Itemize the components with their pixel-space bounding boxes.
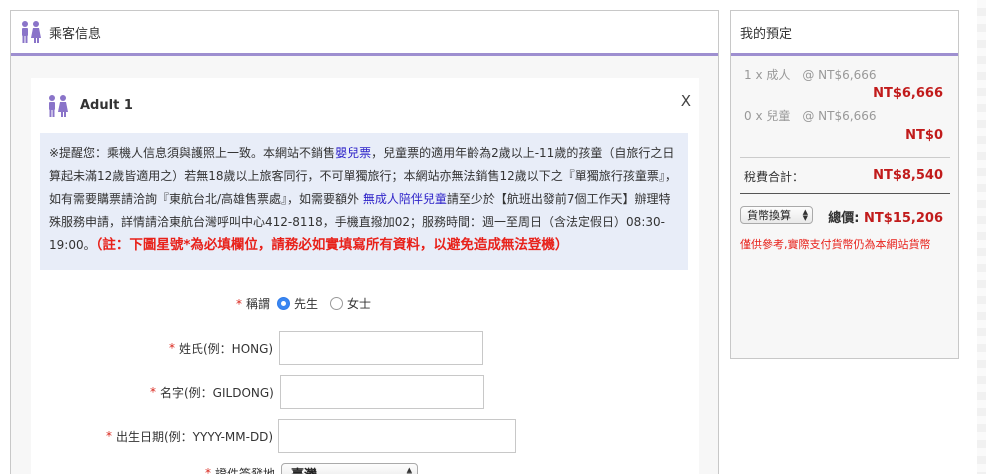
given-name-label: 名字(例：GILDONG) [160,385,274,400]
given-name-row: * 名字(例：GILDONG) [150,375,484,409]
select-arrows-icon: ▲▼ [406,466,413,474]
required-mark: * [205,466,211,474]
unaccompanied-child-link[interactable]: 無成人陪伴兒童 [363,192,447,206]
adult-price-line: 1 x 成人 @ NT$6,666 [744,68,877,82]
tax-total: NT$8,540 [873,168,943,183]
grand-total: 總價: NT$15,206 [828,207,943,226]
issue-place-label: 證件簽發地 [215,466,276,474]
grand-total-value: NT$15,206 [864,211,943,226]
adult-total: NT$6,666 [873,86,943,101]
required-mark: * [236,296,242,311]
surname-input[interactable] [279,331,484,365]
issue-place-select[interactable]: 臺灣 ▲▼ [281,463,419,474]
section-title: 乘客信息 [49,26,102,42]
booking-header: 我的預定 [731,11,958,56]
infant-ticket-link[interactable]: 嬰兒票 [335,146,371,160]
notice-box: ※提醒您：乘機人信息須與護照上一致。本網站不銷售嬰兒票，兒童票的適用年齡為2歲以… [40,133,688,270]
card-header: Adult 1 [31,78,699,133]
price-divider [740,157,950,158]
notice-text-1: ※提醒您：乘機人信息須與護照上一致。本網站不銷售 [49,146,336,160]
passengers-icon [19,20,43,44]
surname-label: 姓氏(例：HONG) [179,341,274,356]
required-mark: * [150,385,156,399]
radio-mr-label: 先生 [294,297,319,311]
child-total: NT$0 [905,128,943,143]
required-mark: * [169,341,175,355]
currency-label: 貨幣換算 [747,209,791,222]
dob-label: 出生日期(例：YYYY-MM-DD) [116,429,274,444]
total-divider [740,193,950,194]
radio-mr[interactable]: 先生 [277,295,318,312]
radio-mr-circle[interactable] [277,297,291,310]
required-warning: （註：下圖星號*為必填欄位，請務必如實填寫所有資料，以避免造成無法登機） [95,237,569,253]
adult-passenger-card: Adult 1 X ※提醒您：乘機人信息須與護照上一致。本網站不銷售嬰兒票，兒童… [31,78,699,474]
page-scrollbar[interactable] [977,0,986,474]
dob-input[interactable] [278,419,517,453]
dob-row: * 出生日期(例：YYYY-MM-DD) [106,419,517,453]
surname-row: * 姓氏(例：HONG) [169,331,484,365]
radio-ms[interactable]: 女士 [330,295,371,312]
close-button[interactable]: X [681,92,691,110]
issue-place-row: * 證件簽發地 臺灣 ▲▼ [205,463,419,474]
adult-icon [46,94,70,118]
tax-label: 稅費合計： [744,170,805,184]
title-label: 稱謂 [246,297,271,311]
radio-ms-circle[interactable] [330,297,344,310]
select-arrows-icon: ▲▼ [802,208,808,222]
title-row: * 稱謂 先生 女士 [236,295,383,312]
required-mark: * [106,429,112,443]
grand-total-label: 總價: [828,211,865,226]
card-title: Adult 1 [80,98,133,113]
currency-note: 僅供參考,實際支付貨幣仍為本網站貨幣 [740,238,931,251]
issue-place-value: 臺灣 [291,464,317,474]
radio-ms-label: 女士 [347,297,372,311]
given-name-input[interactable] [279,375,484,409]
passenger-info-header: 乘客信息 [11,11,718,56]
passenger-info-panel: 乘客信息 Adult 1 X ※提醒您：乘機人信息須與護照上一致。本網站不銷售嬰… [10,10,719,474]
my-booking-panel: 我的預定 1 x 成人 @ NT$6,666 NT$6,666 0 x 兒童 @… [730,10,959,359]
child-price-line: 0 x 兒童 @ NT$6,666 [744,109,877,123]
currency-converter-select[interactable]: 貨幣換算 ▲ ▼ [740,206,813,224]
